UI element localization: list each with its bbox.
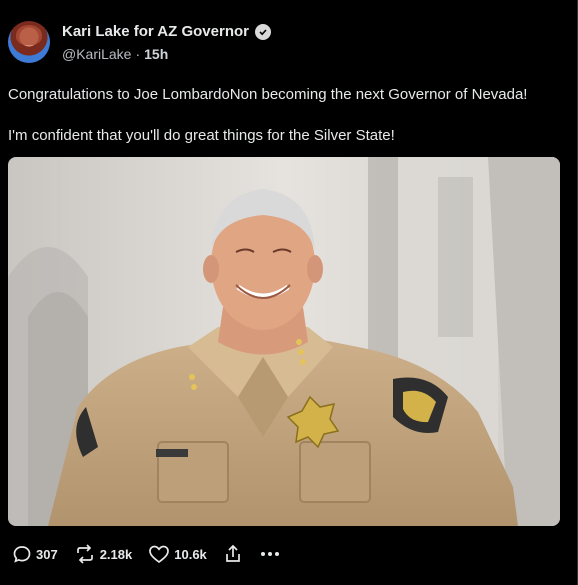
reply-count: 307: [36, 546, 58, 562]
sheriff-portrait-image: [8, 157, 560, 526]
repost-icon: [76, 544, 93, 564]
share-button[interactable]: [223, 544, 243, 564]
verified-badge-icon: [255, 23, 271, 40]
repost-count: 2.18k: [99, 546, 133, 562]
post-text-line-2: I'm confident that you'll do great thing…: [8, 127, 395, 144]
like-icon: [149, 545, 170, 564]
author-avatar[interactable]: [8, 21, 50, 63]
reply-button[interactable]: 307: [12, 544, 58, 564]
more-icon: [260, 552, 279, 556]
repost-button[interactable]: 2.18k: [74, 544, 133, 564]
author-name-row: Kari Lake for AZ Governor: [62, 23, 271, 40]
more-options-button[interactable]: [259, 544, 281, 564]
like-count: 10.6k: [174, 546, 207, 562]
author-meta: @KariLake · 15h: [62, 46, 168, 62]
post-photo[interactable]: [8, 157, 560, 526]
post-card[interactable]: Kari Lake for AZ Governor @KariLake · 15…: [0, 0, 578, 585]
reply-icon: [13, 546, 31, 563]
meta-separator: ·: [135, 46, 141, 62]
post-text-line-1: Congratulations to Joe LombardoNon becom…: [8, 86, 528, 103]
like-button[interactable]: 10.6k: [148, 544, 207, 564]
post-time[interactable]: 15h: [144, 46, 168, 62]
share-icon: [225, 544, 240, 562]
author-handle[interactable]: @KariLake: [62, 46, 131, 62]
author-name[interactable]: Kari Lake for AZ Governor: [62, 23, 249, 40]
post-actions: 307 2.18k 10.6k: [12, 544, 297, 564]
